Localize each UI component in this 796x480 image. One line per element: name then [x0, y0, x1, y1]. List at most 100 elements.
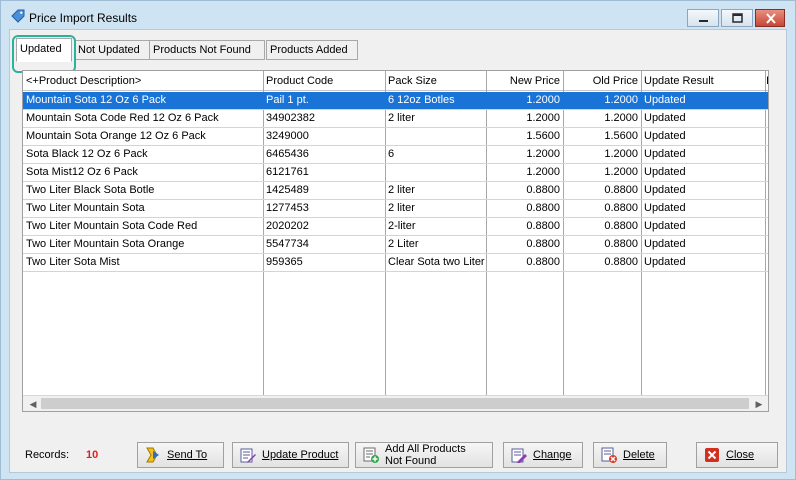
table-row[interactable]: Mountain Sota Orange 12 Oz 6 Pack 3249000…: [23, 128, 768, 146]
cell-product-code: 959365: [266, 256, 303, 268]
cell-product-code: 34902382: [266, 112, 315, 124]
cell-description: Sota Mist12 Oz 6 Pack: [26, 166, 138, 178]
cell-new-price: 0.8800: [526, 202, 560, 214]
results-table[interactable]: <+Product Description> Product Code Pack…: [22, 70, 769, 412]
table-row[interactable]: Sota Mist12 Oz 6 Pack 6121761 1.2000 1.2000…: [23, 164, 768, 182]
add-all-products-label: Add All Products Not Found: [385, 443, 466, 467]
cell-pack-size: 2 liter: [388, 202, 415, 214]
change-button[interactable]: Change: [503, 442, 583, 468]
cell-update-result: Updated: [644, 256, 686, 268]
cell-new-price: 1.2000: [526, 166, 560, 178]
cell-product-code: 1425489: [266, 184, 309, 196]
delete-icon: [601, 447, 617, 463]
column-header-update-result[interactable]: Update Result: [641, 71, 765, 91]
cell-pack-size: [385, 128, 486, 145]
table-row[interactable]: Two Liter Black Sota Botle 1425489 2 liter…: [23, 182, 768, 200]
column-header-pack-size[interactable]: Pack Size: [385, 71, 486, 91]
cell-product-code: 5547734: [266, 238, 309, 250]
add-all-products-not-found-button[interactable]: Add All Products Not Found: [355, 442, 493, 468]
close-button[interactable]: Close: [696, 442, 778, 468]
records-label: Records:: [25, 449, 70, 461]
cell-description: Mountain Sota Orange 12 Oz 6 Pack: [26, 130, 206, 142]
tab-not-updated[interactable]: Not Updated: [74, 40, 150, 60]
horizontal-scrollbar[interactable]: ◀ ▶: [23, 395, 768, 411]
cell-old-price: 1.2000: [604, 112, 638, 124]
cell-pack-size: 6: [388, 148, 395, 160]
price-tag-icon: [11, 9, 25, 23]
cell-product-code: 6465436: [266, 148, 309, 160]
cell-description: Mountain Sota 12 Oz 6 Pack: [26, 94, 167, 106]
price-import-results-window: Price Import Results Updated Not Updated…: [0, 0, 796, 480]
cell-new-price: 0.8800: [526, 184, 560, 196]
delete-label: Delete: [623, 449, 655, 461]
scrollbar-thumb[interactable]: [41, 398, 749, 409]
cell-product-code: 1277453: [266, 202, 309, 214]
footer-toolbar: Records: 10 Send To Update Product Add A…: [10, 440, 786, 472]
cell-update-result: Updated: [644, 148, 686, 160]
minimize-icon: [699, 20, 708, 22]
cell-old-price: 1.2000: [604, 166, 638, 178]
cell-old-price: 0.8800: [604, 220, 638, 232]
maximize-icon: [732, 13, 743, 23]
tab-products-added[interactable]: Products Added: [266, 40, 358, 60]
cell-product-code: 2020202: [266, 220, 309, 232]
maximize-button[interactable]: [721, 9, 753, 27]
cell-old-price: 0.8800: [604, 184, 638, 196]
column-header-new-price[interactable]: New Price: [486, 71, 563, 91]
table-row[interactable]: Mountain Sota Code Red 12 Oz 6 Pack 34902…: [23, 110, 768, 128]
table-header: <+Product Description> Product Code Pack…: [23, 71, 768, 91]
cell-old-price: 0.8800: [604, 238, 638, 250]
cell-new-price: 1.5600: [526, 130, 560, 142]
cell-update-result: Updated: [644, 202, 686, 214]
column-header-description[interactable]: <+Product Description>: [23, 71, 263, 91]
scroll-right-icon[interactable]: ▶: [751, 396, 767, 411]
window-title: Price Import Results: [29, 11, 138, 25]
cell-update-result: Updated: [644, 130, 686, 142]
tab-products-not-found[interactable]: Products Not Found: [149, 40, 265, 60]
cell-update-result: Updated: [644, 112, 686, 124]
cell-description: Two Liter Black Sota Botle: [26, 184, 155, 196]
cell-pack-size: 2 liter: [388, 184, 415, 196]
window-close-button[interactable]: [755, 9, 785, 27]
table-row[interactable]: Two Liter Mountain Sota Orange 5547734 2 L…: [23, 236, 768, 254]
cell-new-price: 1.2000: [526, 94, 560, 106]
cell-description: Two Liter Mountain Sota Code Red: [26, 220, 198, 232]
cell-update-result: Updated: [644, 238, 686, 250]
tab-updated[interactable]: Updated: [16, 38, 72, 62]
table-row[interactable]: Two Liter Mountain Sota Code Red 2020202 2…: [23, 218, 768, 236]
cell-description: Sota Black 12 Oz 6 Pack: [26, 148, 148, 160]
cell-pack-size: 2 liter: [388, 112, 415, 124]
table-row[interactable]: Mountain Sota 12 Oz 6 Pack Pail 1 pt. 6 12…: [23, 92, 768, 110]
cell-new-price: 0.8800: [526, 220, 560, 232]
column-header-product-code[interactable]: Product Code: [263, 71, 385, 91]
table-row[interactable]: Two Liter Mountain Sota 1277453 2 liter 0.8…: [23, 200, 768, 218]
close-icon: [705, 448, 719, 462]
close-x-icon: [766, 13, 776, 24]
cell-pack-size: 2 Liter: [388, 238, 419, 250]
table-row[interactable]: Two Liter Sota Mist 959365 Clear Sota two …: [23, 254, 768, 272]
close-label: Close: [726, 449, 755, 461]
cell-pack-size: 6 12oz Botles: [388, 94, 455, 106]
cell-old-price: 1.5600: [604, 130, 638, 142]
add-products-icon: [363, 447, 379, 463]
cell-old-price: 0.8800: [604, 256, 638, 268]
table-row[interactable]: Sota Black 12 Oz 6 Pack 6465436 6 1.2000 1.2…: [23, 146, 768, 164]
delete-button[interactable]: Delete: [593, 442, 667, 468]
minimize-button[interactable]: [687, 9, 719, 27]
column-header-old-price[interactable]: Old Price: [563, 71, 641, 91]
cell-description: Two Liter Sota Mist: [26, 256, 120, 268]
cell-old-price: 1.2000: [604, 148, 638, 160]
cell-old-price: 0.8800: [604, 202, 638, 214]
update-product-button[interactable]: Update Product: [232, 442, 349, 468]
cell-pack-size: Clear Sota two Liter: [388, 256, 485, 268]
cell-new-price: 1.2000: [526, 112, 560, 124]
cell-new-price: 0.8800: [526, 256, 560, 268]
cell-product-code: 3249000: [266, 130, 309, 142]
cell-update-result: Updated: [644, 166, 686, 178]
cell-product-code: Pail 1 pt.: [266, 94, 309, 106]
scroll-left-icon[interactable]: ◀: [25, 396, 41, 411]
send-to-button[interactable]: Send To: [137, 442, 224, 468]
title-bar[interactable]: Price Import Results: [1, 1, 795, 29]
cell-pack-size: 2-liter: [388, 220, 416, 232]
cell-description: Two Liter Mountain Sota Orange: [26, 238, 185, 250]
